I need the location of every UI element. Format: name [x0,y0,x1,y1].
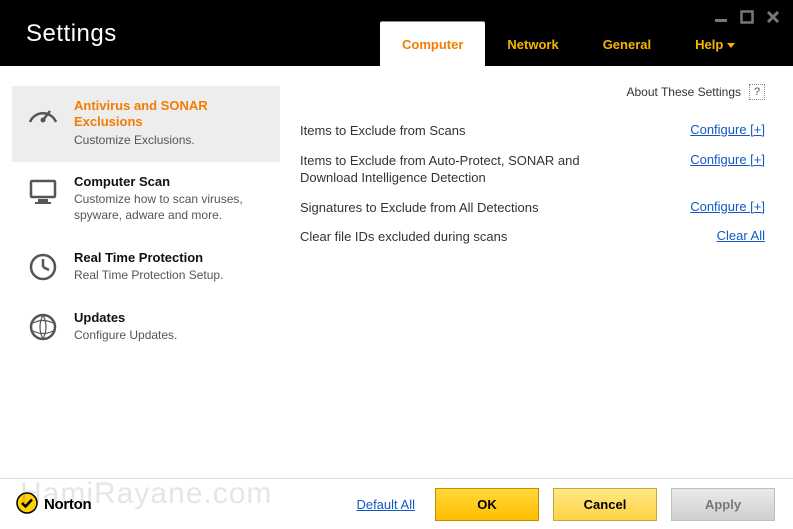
row-label: Items to Exclude from Auto-Protect, SONA… [300,152,600,187]
clock-icon [26,250,60,284]
content-area: Antivirus and SONAR Exclusions Customize… [0,66,793,478]
clear-all-link[interactable]: Clear All [717,228,765,243]
button-label: Cancel [584,497,627,512]
about-row: About These Settings ? [626,84,765,100]
tab-strip: Computer Network General Help [380,0,757,66]
row-label: Clear file IDs excluded during scans [300,228,507,246]
setting-row: Items to Exclude from Auto-Protect, SONA… [300,146,765,193]
sidebar-item-title: Computer Scan [74,174,266,190]
sidebar-item-title: Real Time Protection [74,250,223,266]
sidebar-item-title: Updates [74,310,177,326]
norton-check-icon [16,492,38,517]
sidebar-item-computer-scan[interactable]: Computer Scan Customize how to scan viru… [12,162,280,237]
close-icon[interactable] [763,8,783,26]
minimize-icon[interactable] [711,8,731,26]
tab-label: Help [695,37,723,52]
configure-link[interactable]: Configure [+] [690,122,765,137]
sidebar-item-text: Antivirus and SONAR Exclusions Customize… [74,98,266,148]
maximize-icon[interactable] [737,8,757,26]
configure-link[interactable]: Configure [+] [690,152,765,167]
sidebar-item-sub: Configure Updates. [74,328,177,344]
page-title: Settings [0,0,380,66]
sidebar-item-sub: Customize how to scan viruses, spyware, … [74,192,266,223]
titlebar: Settings Computer Network General Help [0,0,793,66]
apply-button: Apply [671,488,775,521]
monitor-icon [26,174,60,208]
sidebar-item-text: Computer Scan Customize how to scan viru… [74,174,266,223]
sidebar-item-sub: Real Time Protection Setup. [74,268,223,284]
sidebar-item-updates[interactable]: Updates Configure Updates. [12,298,280,358]
default-all-link[interactable]: Default All [356,497,415,512]
footer: Norton Default All OK Cancel Apply [0,478,793,529]
tab-network[interactable]: Network [485,22,580,66]
tab-general[interactable]: General [581,22,673,66]
window-controls [711,8,783,26]
row-label: Items to Exclude from Scans [300,122,465,140]
sidebar-item-realtime[interactable]: Real Time Protection Real Time Protectio… [12,238,280,298]
sidebar: Antivirus and SONAR Exclusions Customize… [0,66,280,478]
sidebar-item-title: Antivirus and SONAR Exclusions [74,98,266,131]
sidebar-item-exclusions[interactable]: Antivirus and SONAR Exclusions Customize… [12,86,280,162]
tab-label: Computer [402,37,463,52]
tab-computer[interactable]: Computer [380,22,485,66]
cancel-button[interactable]: Cancel [553,488,657,521]
tab-label: Network [507,37,558,52]
button-label: Apply [705,497,741,512]
help-icon[interactable]: ? [749,84,765,100]
chevron-down-icon [727,43,735,48]
sidebar-item-sub: Customize Exclusions. [74,133,266,149]
button-label: OK [477,497,497,512]
globe-refresh-icon [26,310,60,344]
main-panel: About These Settings ? Items to Exclude … [280,66,793,478]
brand-text: Norton [44,496,91,513]
configure-link[interactable]: Configure [+] [690,199,765,214]
sidebar-item-text: Real Time Protection Real Time Protectio… [74,250,223,284]
settings-rows: Items to Exclude from Scans Configure [+… [300,116,765,252]
tab-label: General [603,37,651,52]
gauge-icon [26,98,60,132]
setting-row: Items to Exclude from Scans Configure [+… [300,116,765,146]
ok-button[interactable]: OK [435,488,539,521]
row-label: Signatures to Exclude from All Detection… [300,199,538,217]
sidebar-item-text: Updates Configure Updates. [74,310,177,344]
brand: Norton [16,492,91,517]
tab-help[interactable]: Help [673,22,757,66]
about-label: About These Settings [626,85,741,99]
setting-row: Signatures to Exclude from All Detection… [300,193,765,223]
setting-row: Clear file IDs excluded during scans Cle… [300,222,765,252]
